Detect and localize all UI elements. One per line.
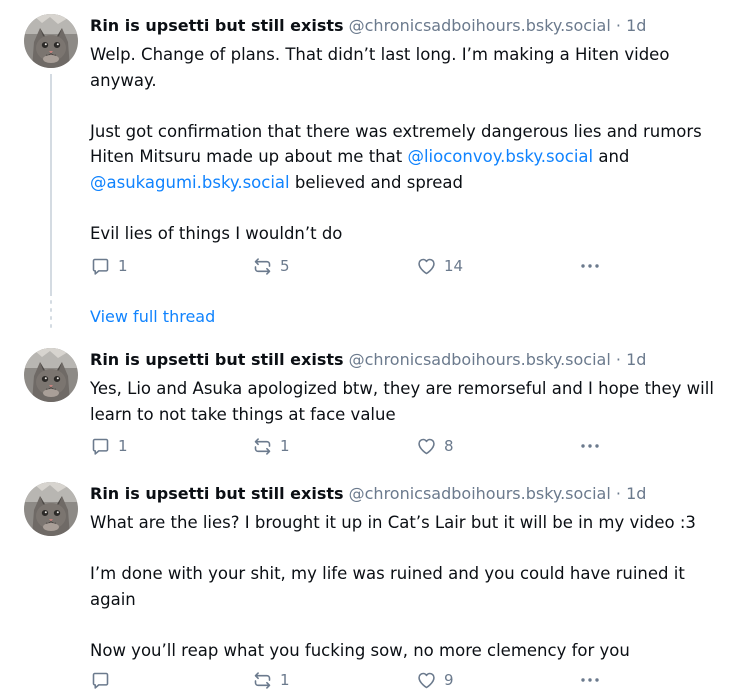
author-name[interactable]: Rin is upsetti but still exists (90, 16, 344, 35)
post-text-segment: and (593, 147, 630, 166)
reply-icon (90, 436, 111, 457)
repost-button[interactable]: 5 (252, 254, 290, 278)
more-dots-icon (578, 434, 602, 458)
post-paragraph: Now you’ll reap what you fucking sow, no… (90, 640, 630, 660)
post-header: Rin is upsetti but still exists @chronic… (90, 14, 646, 38)
separator-dot: · (615, 484, 621, 503)
thread-ellipsis (49, 300, 53, 332)
mention-link[interactable]: @lioconvoy.bsky.social (407, 147, 593, 166)
repost-count: 1 (280, 671, 290, 689)
heart-icon (416, 436, 437, 457)
post-header: Rin is upsetti but still exists @chronic… (90, 482, 646, 506)
post-body: Welp. Change of plans. That didn’t last … (90, 42, 730, 246)
more-options-button[interactable] (578, 254, 602, 278)
post-text-segment: believed and spread (289, 172, 463, 192)
reply-icon (90, 256, 111, 277)
view-full-thread-link[interactable]: View full thread (90, 307, 215, 327)
avatar-image (24, 482, 78, 536)
post-timestamp[interactable]: 1d (626, 16, 646, 35)
post-paragraph: I’m done with your shit, my life was rui… (90, 564, 685, 609)
reply-count: 1 (118, 437, 128, 455)
post-paragraph: Yes, Lio and Asuka apologized btw, they … (90, 379, 714, 424)
post-body: Yes, Lio and Asuka apologized btw, they … (90, 376, 715, 427)
post-feed: Rin is upsetti but still exists @chronic… (0, 0, 743, 697)
like-button[interactable]: 8 (416, 434, 454, 458)
repost-button[interactable]: 1 (252, 434, 290, 458)
more-options-button[interactable] (578, 668, 602, 692)
repost-icon (252, 256, 273, 277)
post-actions: 1 9 (90, 668, 650, 692)
post-timestamp[interactable]: 1d (626, 484, 646, 503)
reply-button[interactable]: 1 (90, 254, 128, 278)
mention-link[interactable]: @asukagumi.bsky.social (90, 173, 290, 192)
post-paragraph: What are the lies? I brought it up in Ca… (90, 513, 696, 532)
more-dots-icon (578, 668, 602, 692)
avatar-image (24, 14, 78, 68)
post-paragraph: Just got confirmation that there was ext… (90, 119, 730, 196)
author-handle[interactable]: @chronicsadboihours.bsky.social (349, 16, 611, 35)
avatar-image (24, 348, 78, 402)
heart-icon (416, 670, 437, 691)
reply-button[interactable] (90, 668, 118, 692)
repost-count: 5 (280, 257, 290, 275)
reply-icon (90, 670, 111, 691)
reply-button[interactable]: 1 (90, 434, 128, 458)
more-dots-icon (578, 254, 602, 278)
like-button[interactable]: 9 (416, 668, 454, 692)
repost-icon (252, 670, 273, 691)
repost-count: 1 (280, 437, 290, 455)
post-actions: 1 5 14 (90, 254, 650, 278)
repost-icon (252, 436, 273, 457)
avatar[interactable] (24, 348, 78, 402)
author-handle[interactable]: @chronicsadboihours.bsky.social (349, 484, 611, 503)
avatar[interactable] (24, 14, 78, 68)
author-name[interactable]: Rin is upsetti but still exists (90, 484, 344, 503)
post-paragraph: Welp. Change of plans. That didn’t last … (90, 45, 670, 90)
post-paragraph: Evil lies of things I wouldn’t do (90, 223, 343, 243)
repost-button[interactable]: 1 (252, 668, 290, 692)
like-button[interactable]: 14 (416, 254, 463, 278)
avatar[interactable] (24, 482, 78, 536)
like-count: 8 (444, 437, 454, 455)
author-name[interactable]: Rin is upsetti but still exists (90, 350, 344, 369)
like-count: 9 (444, 671, 454, 689)
post-2[interactable]: Rin is upsetti but still exists @chronic… (0, 348, 743, 468)
post-body: What are the lies? I brought it up in Ca… (90, 510, 710, 663)
more-options-button[interactable] (578, 434, 602, 458)
heart-icon (416, 256, 437, 277)
post-header: Rin is upsetti but still exists @chronic… (90, 348, 646, 372)
author-handle[interactable]: @chronicsadboihours.bsky.social (349, 350, 611, 369)
post-3[interactable]: Rin is upsetti but still exists @chronic… (0, 482, 743, 692)
separator-dot: · (615, 16, 621, 35)
post-1[interactable]: Rin is upsetti but still exists @chronic… (0, 14, 743, 284)
reply-count: 1 (118, 257, 128, 275)
post-actions: 1 1 8 (90, 434, 650, 458)
like-count: 14 (444, 257, 464, 275)
separator-dot: · (615, 350, 621, 369)
post-timestamp[interactable]: 1d (626, 350, 646, 369)
